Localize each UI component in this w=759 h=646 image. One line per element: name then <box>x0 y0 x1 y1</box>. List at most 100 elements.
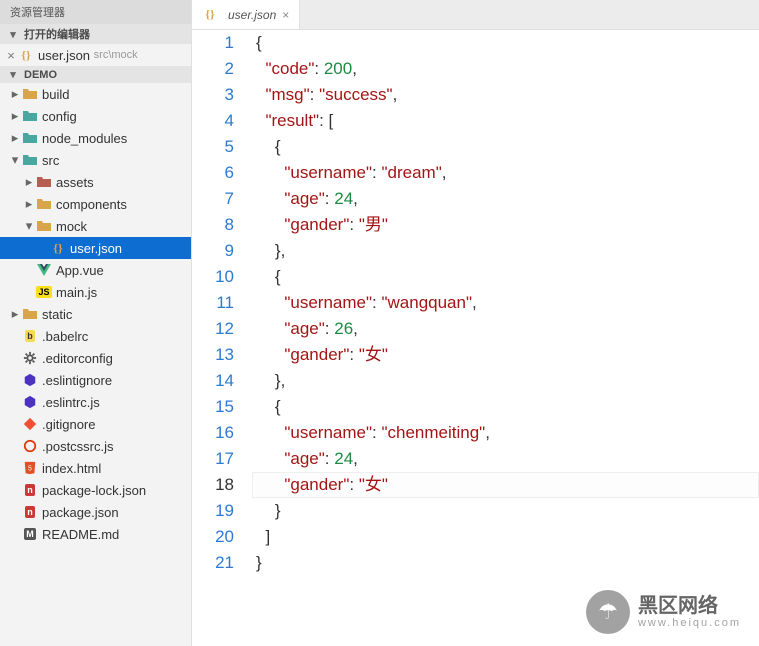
line-number: 6 <box>192 160 234 186</box>
code-line: "username": "dream", <box>252 160 759 186</box>
tree-item-index-html[interactable]: 5 index.html <box>0 457 191 479</box>
tree-item--editorconfig[interactable]: .editorconfig <box>0 347 191 369</box>
folder-yellow <box>36 196 52 212</box>
tree-item-label: .editorconfig <box>42 351 113 366</box>
line-number: 1 <box>192 30 234 56</box>
twisty-icon: ▸ <box>8 306 22 322</box>
open-editors-label: 打开的编辑器 <box>24 26 90 42</box>
close-icon[interactable]: × <box>4 48 18 63</box>
line-number: 9 <box>192 238 234 264</box>
npm-icon: n <box>22 482 38 498</box>
code-line: "age": 24, <box>252 186 759 212</box>
tree-item-label: mock <box>56 219 87 234</box>
code-editor[interactable]: 123456789101112131415161718192021 { "cod… <box>192 30 759 646</box>
line-number: 14 <box>192 368 234 394</box>
code-line: { <box>252 134 759 160</box>
project-label: DEMO <box>24 69 57 81</box>
code-line: "age": 24, <box>252 446 759 472</box>
json-icon: {} <box>202 7 218 23</box>
line-number: 20 <box>192 524 234 550</box>
tree-item--eslintrc-js[interactable]: .eslintrc.js <box>0 391 191 413</box>
code-line: "gander": "女" <box>252 342 759 368</box>
tab-bar: {} user.json × <box>192 0 759 30</box>
tree-item-readme-md[interactable]: MREADME.md <box>0 523 191 545</box>
tree-item-assets[interactable]: ▸ assets <box>0 171 191 193</box>
code-line: ] <box>252 524 759 550</box>
folder-teal <box>22 108 38 124</box>
line-number: 16 <box>192 420 234 446</box>
code-line: }, <box>252 368 759 394</box>
tree-item-static[interactable]: ▸ static <box>0 303 191 325</box>
tree-item-label: .eslintignore <box>42 373 112 388</box>
tree-item-src[interactable]: ▾src <box>0 149 191 171</box>
sidebar: 资源管理器 ▾ 打开的编辑器 ×{}user.json src\mock ▾ D… <box>0 0 192 646</box>
folder-teal <box>22 152 38 168</box>
line-number: 8 <box>192 212 234 238</box>
npm-icon: n <box>22 504 38 520</box>
tree-item-config[interactable]: ▸config <box>0 105 191 127</box>
tree-item--eslintignore[interactable]: .eslintignore <box>0 369 191 391</box>
tree-item-user-json[interactable]: {}user.json <box>0 237 191 259</box>
open-editor-item[interactable]: ×{}user.json src\mock <box>0 44 191 66</box>
tree-item-package-lock-json[interactable]: n package-lock.json <box>0 479 191 501</box>
tree-item-main-js[interactable]: JSmain.js <box>0 281 191 303</box>
tree-item-label: main.js <box>56 285 97 300</box>
eslint-icon <box>22 394 38 410</box>
folder-yellow <box>22 86 38 102</box>
close-icon[interactable]: × <box>282 8 289 22</box>
watermark-icon: ☂ <box>586 590 630 634</box>
line-number: 17 <box>192 446 234 472</box>
tree-item--gitignore[interactable]: .gitignore <box>0 413 191 435</box>
tree-item--postcssrc-js[interactable]: .postcssrc.js <box>0 435 191 457</box>
tree-item-mock[interactable]: ▾mock <box>0 215 191 237</box>
tree-item-package-json[interactable]: n package.json <box>0 501 191 523</box>
line-number: 19 <box>192 498 234 524</box>
chevron-down-icon: ▾ <box>6 68 20 81</box>
line-number: 11 <box>192 290 234 316</box>
tree-item-label: assets <box>56 175 94 190</box>
tree-item-label: App.vue <box>56 263 104 278</box>
tree-item-label: .gitignore <box>42 417 95 432</box>
vue-icon <box>36 262 52 278</box>
code-line: "code": 200, <box>252 56 759 82</box>
tree-item-app-vue[interactable]: App.vue <box>0 259 191 281</box>
code-line: "username": "chenmeiting", <box>252 420 759 446</box>
twisty-icon: ▸ <box>8 130 22 146</box>
code-line: } <box>252 498 759 524</box>
open-editors-header[interactable]: ▾ 打开的编辑器 <box>0 24 191 44</box>
svg-text:5: 5 <box>28 466 32 473</box>
tree-item-build[interactable]: ▸build <box>0 83 191 105</box>
postcss-icon <box>22 438 38 454</box>
project-header[interactable]: ▾ DEMO <box>0 66 191 83</box>
tree-item-label: README.md <box>42 527 119 542</box>
code-line: { <box>252 30 759 56</box>
twisty-icon: ▸ <box>22 196 36 212</box>
watermark: ☂ 黑区网络 www.heiqu.com <box>586 590 741 634</box>
tree-item-label: .eslintrc.js <box>42 395 100 410</box>
tree-item-label: static <box>42 307 72 322</box>
folder-red <box>36 174 52 190</box>
twisty-icon: ▸ <box>22 174 36 190</box>
tree-item-label: user.json <box>70 241 122 256</box>
line-number: 3 <box>192 82 234 108</box>
code-line: }, <box>252 238 759 264</box>
tree-item-node-modules[interactable]: ▸ node_modules <box>0 127 191 149</box>
tree-item-label: node_modules <box>42 131 127 146</box>
folder-yellow <box>36 218 52 234</box>
open-editors-list: ×{}user.json src\mock <box>0 44 191 66</box>
html-icon: 5 <box>22 460 38 476</box>
tree-item-label: build <box>42 87 69 102</box>
tab-user-json[interactable]: {} user.json × <box>192 0 300 29</box>
line-number: 21 <box>192 550 234 576</box>
tree-item-label: index.html <box>42 461 101 476</box>
tree-item-label: package-lock.json <box>42 483 146 498</box>
code-line: "age": 26, <box>252 316 759 342</box>
open-editor-name: user.json <box>38 48 90 63</box>
file-tree: ▸build▸config▸node_modules▾src▸assets▸co… <box>0 83 191 646</box>
code-lines: { "code": 200, "msg": "success", "result… <box>252 30 759 646</box>
tree-item--babelrc[interactable]: b.babelrc <box>0 325 191 347</box>
git-icon <box>22 416 38 432</box>
code-line: "gander": "女" <box>252 472 759 498</box>
tree-item-components[interactable]: ▸components <box>0 193 191 215</box>
tree-item-label: package.json <box>42 505 119 520</box>
